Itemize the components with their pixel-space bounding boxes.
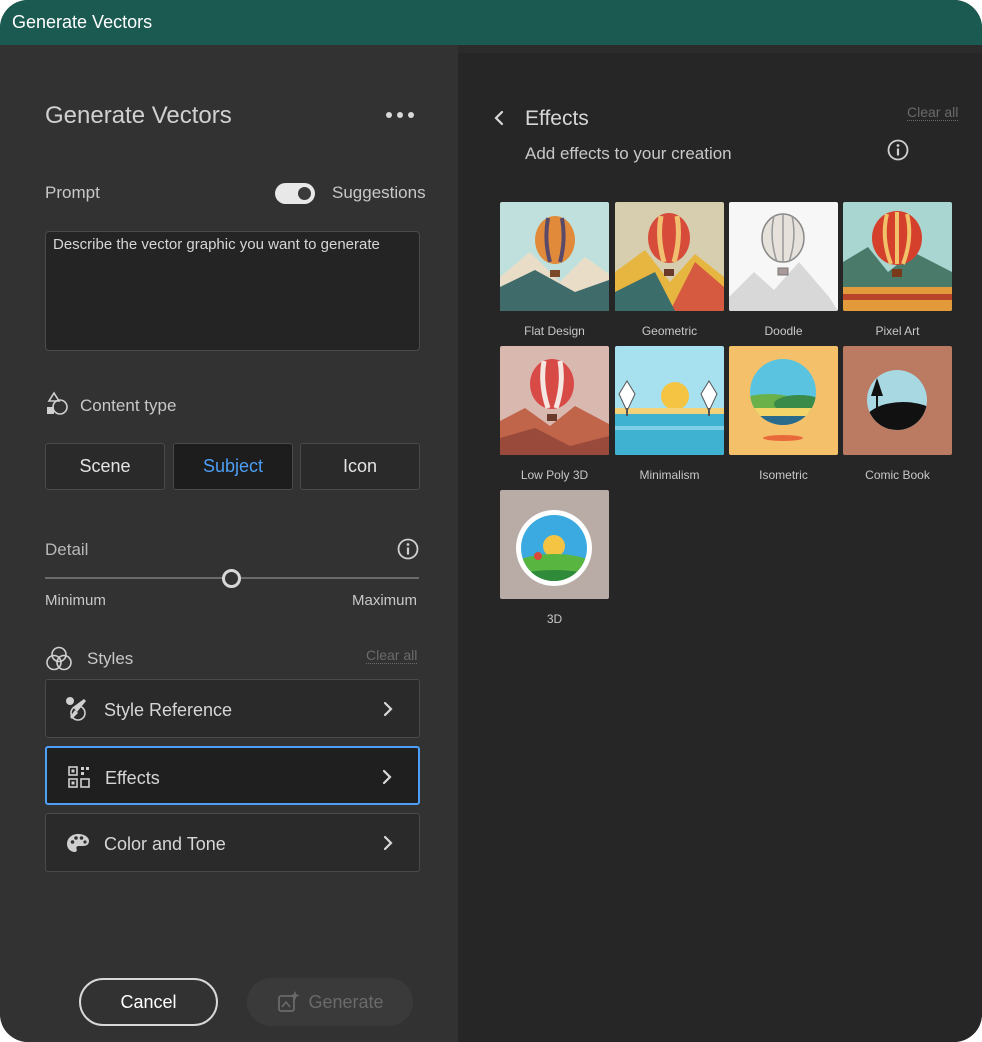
panel-title: Generate Vectors <box>45 102 232 129</box>
settings-panel: Generate Vectors Prompt Suggestions Cont… <box>0 45 458 1042</box>
effect-label: Geometric <box>641 324 698 338</box>
effect-minimalism[interactable]: Minimalism <box>615 346 724 482</box>
brush-icon <box>66 697 86 721</box>
effect-label: Isometric <box>759 468 808 482</box>
detail-min-label: Minimum <box>45 592 106 609</box>
effects-title: Effects <box>525 107 589 130</box>
effect-thumbnail <box>729 202 838 311</box>
effect-flat-design[interactable]: Flat Design <box>500 202 609 338</box>
window-titlebar: Generate Vectors <box>0 0 982 45</box>
effect-label: Low Poly 3D <box>520 468 589 482</box>
prompt-field <box>45 231 420 351</box>
detail-label: Detail <box>45 540 89 559</box>
effect-label: Minimalism <box>639 468 700 482</box>
effect-isometric[interactable]: Isometric <box>729 346 838 482</box>
content-type-subject[interactable]: Subject <box>173 443 293 490</box>
effect-pixel-art[interactable]: Pixel Art <box>843 202 952 338</box>
window-title: Generate Vectors <box>12 12 153 32</box>
effects-label: Effects <box>105 768 160 788</box>
detail-max-label: Maximum <box>352 592 418 609</box>
content-type-icon-option[interactable]: Icon <box>300 443 420 490</box>
effect-thumbnail <box>615 346 724 455</box>
sparkle-image-icon <box>278 991 300 1012</box>
effect-thumbnail <box>615 202 724 311</box>
generate-label: Generate <box>308 991 384 1012</box>
chevron-right-icon <box>383 701 393 717</box>
palette-icon <box>67 834 89 852</box>
chevron-right-icon <box>382 769 392 785</box>
effect-geometric[interactable]: Geometric <box>615 202 724 338</box>
back-chevron-icon[interactable] <box>492 109 506 127</box>
styles-icon <box>46 646 72 671</box>
color-and-tone-row[interactable]: Color and Tone <box>45 813 420 872</box>
effect-thumbnail <box>500 202 609 311</box>
detail-slider-thumb[interactable] <box>222 569 241 588</box>
generate-vectors-window: Generate Vectors Generate Vectors Prompt… <box>0 0 982 1042</box>
style-reference-row[interactable]: Style Reference <box>45 679 420 738</box>
generate-button[interactable]: Generate <box>247 978 413 1026</box>
effect-label: Doodle <box>764 324 803 338</box>
effect-label: Flat Design <box>524 324 585 338</box>
effect-doodle[interactable]: Doodle <box>729 202 838 338</box>
effects-row[interactable]: Effects <box>45 746 420 805</box>
effects-subtitle: Add effects to your creation <box>525 144 732 163</box>
effect-thumbnail <box>843 202 952 311</box>
effect-thumbnail <box>500 490 609 599</box>
prompt-label: Prompt <box>45 183 100 202</box>
color-and-tone-label: Color and Tone <box>104 834 226 854</box>
styles-clear-all[interactable]: Clear all <box>366 647 418 664</box>
effect-label: 3D <box>546 612 563 626</box>
content-type-icon <box>47 391 68 415</box>
info-icon[interactable] <box>396 537 420 561</box>
style-reference-label: Style Reference <box>104 700 233 720</box>
chevron-right-icon <box>383 835 393 851</box>
effects-panel: Effects Clear all Add effects to your cr… <box>458 53 982 1042</box>
effects-clear-all[interactable]: Clear all <box>907 104 959 121</box>
suggestions-label: Suggestions <box>332 183 426 202</box>
effect-comic-book[interactable]: Comic Book <box>843 346 952 482</box>
effect-thumbnail <box>500 346 609 455</box>
suggestions-toggle[interactable] <box>275 183 315 204</box>
effect-thumbnail <box>729 346 838 455</box>
info-icon[interactable] <box>886 138 910 162</box>
more-options-icon[interactable] <box>386 105 414 125</box>
prompt-input[interactable] <box>46 232 419 350</box>
effect-label: Comic Book <box>865 468 930 482</box>
content-type-scene[interactable]: Scene <box>45 443 165 490</box>
content-type-label: Content type <box>80 396 177 415</box>
effect-thumbnail <box>843 346 952 455</box>
cancel-button[interactable]: Cancel <box>79 978 218 1026</box>
effect-3d[interactable]: 3D <box>500 490 609 626</box>
effect-low-poly-3d[interactable]: Low Poly 3D <box>500 346 609 482</box>
qr-grid-icon <box>68 766 90 788</box>
styles-label: Styles <box>87 649 134 668</box>
effect-label: Pixel Art <box>875 324 920 338</box>
